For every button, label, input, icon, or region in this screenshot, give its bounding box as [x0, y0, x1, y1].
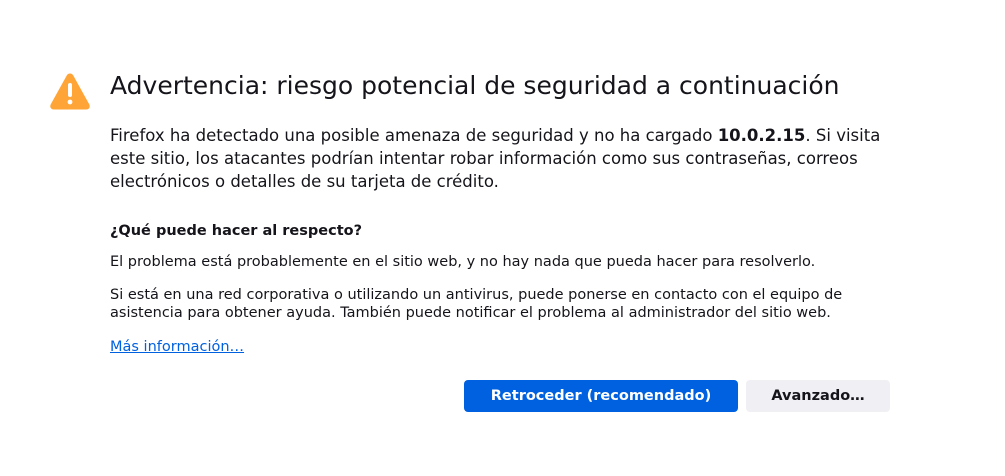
go-back-button[interactable]: Retroceder (recomendado) — [464, 380, 738, 412]
warning-triangle-icon — [50, 73, 90, 110]
what-to-do-paragraph-2: Si está en una red corporativa o utiliza… — [110, 287, 843, 321]
intro-text: Firefox ha detectado una posible amenaza… — [110, 124, 885, 193]
advanced-button[interactable]: Avanzado… — [746, 380, 890, 412]
host-address: 10.0.2.15 — [717, 126, 806, 145]
what-to-do-paragraph-1: El problema está probablemente en el sit… — [110, 254, 816, 270]
error-page: Advertencia: riesgo potencial de segurid… — [0, 0, 1005, 476]
intro-text-start: Firefox ha detectado una posible amenaza… — [110, 126, 718, 145]
error-content: Advertencia: riesgo potencial de segurid… — [110, 68, 900, 356]
button-container: Retroceder (recomendado) Avanzado… — [464, 380, 890, 412]
what-to-do-heading: ¿Qué puede hacer al respecto? — [110, 223, 363, 239]
learn-more-link[interactable]: Más información… — [110, 338, 244, 356]
page-title: Advertencia: riesgo potencial de segurid… — [110, 71, 840, 100]
